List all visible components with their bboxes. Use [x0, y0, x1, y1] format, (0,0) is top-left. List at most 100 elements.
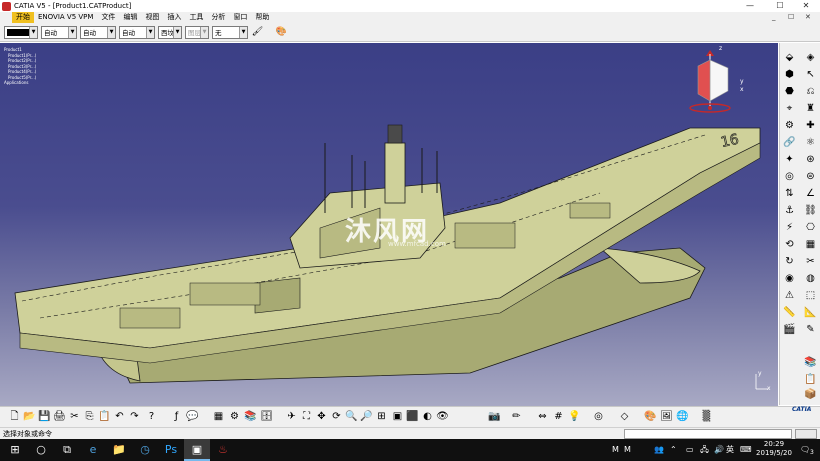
close-button[interactable]: ✕ — [792, 0, 820, 12]
doc-minimize-button[interactable]: _ — [772, 12, 776, 23]
grid-icon[interactable]: # — [552, 410, 565, 423]
print-icon[interactable]: 🖨 — [53, 410, 66, 423]
doc-restore-button[interactable]: ☐ — [788, 12, 794, 23]
annotation-icon[interactable]: ✎ — [804, 323, 817, 336]
new-product-icon[interactable]: ◈ — [804, 51, 817, 64]
offset-constraint-icon[interactable]: ⇅ — [783, 187, 796, 200]
open-file-icon[interactable]: 📂 — [23, 410, 36, 423]
3d-viewport[interactable]: Product1 Product1(Pr...) Product2(Pr...)… — [0, 43, 778, 406]
knowledge-icon[interactable]: ⚙ — [228, 410, 241, 423]
select-arrow-icon[interactable]: ↖ — [804, 68, 817, 81]
ground-icon[interactable]: ▒ — [700, 410, 713, 423]
copy-icon[interactable]: ⎘ — [83, 410, 96, 423]
environment-icon[interactable]: 🌐 — [676, 410, 689, 423]
people-icon[interactable]: 👥 — [654, 439, 664, 461]
notification-icon[interactable]: 🗨 — [800, 439, 810, 461]
menu-start[interactable]: 开始 — [12, 12, 34, 23]
menu-analysis[interactable]: 分析 — [207, 12, 229, 23]
split-icon[interactable]: ✂ — [804, 255, 817, 268]
measure-item-icon[interactable]: 📐 — [804, 306, 817, 319]
library-icon[interactable]: 🗄 — [260, 410, 273, 423]
task-view-icon[interactable]: ⧉ — [54, 439, 80, 461]
doc-close-button[interactable]: ✕ — [805, 12, 811, 23]
tray-letter[interactable]: M — [612, 439, 619, 461]
layer-combo[interactable]: 图层 ▼ — [185, 25, 209, 39]
menu-enovia[interactable]: ENOVIA V5 VPM — [34, 12, 97, 23]
maximize-button[interactable]: ☐ — [766, 0, 794, 12]
line-type-combo[interactable]: 自动 ▼ — [119, 25, 155, 39]
stop-command-button[interactable] — [795, 429, 817, 439]
align-icon[interactable]: ⇔ — [536, 410, 549, 423]
file-explorer-icon[interactable]: 📁 — [106, 439, 132, 461]
power-input-field[interactable] — [624, 429, 792, 439]
graph-tree-reorder-icon[interactable]: ⌖ — [783, 102, 796, 115]
bill-of-material-icon[interactable]: 📋 — [804, 373, 817, 386]
minimize-button[interactable]: — — [736, 0, 764, 12]
sectioning-icon[interactable]: ⬚ — [804, 289, 817, 302]
tray-letter[interactable]: M — [624, 439, 631, 461]
light-icon[interactable]: 💡 — [568, 410, 581, 423]
angle-constraint-icon[interactable]: ∠ — [804, 187, 817, 200]
generate-numbering-icon[interactable]: ♜ — [804, 102, 817, 115]
format-painter-icon[interactable]: 🖌 — [251, 26, 264, 39]
fit-all-icon[interactable]: ⛶ — [300, 410, 313, 423]
camera-icon[interactable]: 📷 — [488, 410, 501, 423]
java-app-icon[interactable]: ♨ — [210, 439, 236, 461]
search-circle-icon[interactable]: ○ — [28, 439, 54, 461]
update-icon[interactable]: ↻ — [783, 255, 796, 268]
explode-icon[interactable]: ✦ — [783, 153, 796, 166]
menu-view[interactable]: 视图 — [141, 12, 163, 23]
fix-together-icon[interactable]: ⛓ — [804, 204, 817, 217]
render-icon[interactable]: 🎨 — [644, 410, 657, 423]
cut-icon[interactable]: ✂ — [68, 410, 81, 423]
change-constraint-icon[interactable]: ⟲ — [783, 238, 796, 251]
edge-browser-icon[interactable]: e — [80, 439, 106, 461]
ime-language[interactable]: 英 — [726, 439, 734, 461]
comment-icon[interactable]: 💬 — [186, 410, 199, 423]
graphic-properties-icon[interactable]: 🎨 — [275, 26, 288, 39]
input-mode-icon[interactable]: ⌨ — [740, 439, 752, 461]
menu-file[interactable]: 文件 — [97, 12, 119, 23]
new-file-icon[interactable]: 🗋 — [8, 410, 21, 423]
shading-icon[interactable]: ◐ — [421, 410, 434, 423]
pocket-icon[interactable]: ◍ — [804, 272, 817, 285]
pan-icon[interactable]: ✥ — [315, 410, 328, 423]
table-icon[interactable]: ▦ — [212, 410, 225, 423]
undo-icon[interactable]: ↶ — [113, 410, 126, 423]
save-icon[interactable]: 💾 — [38, 410, 51, 423]
menu-window[interactable]: 窗口 — [229, 12, 251, 23]
clock-app-icon[interactable]: ◷ — [132, 439, 158, 461]
contact-constraint-icon[interactable]: ⊜ — [804, 170, 817, 183]
publication-icon[interactable]: 📦 — [804, 388, 817, 401]
redo-icon[interactable]: ↷ — [128, 410, 141, 423]
hide-show-icon[interactable]: 👁 — [436, 410, 449, 423]
clash-analysis-icon[interactable]: ⚠ — [783, 289, 796, 302]
catia-menu-icon[interactable] — [2, 14, 10, 22]
catia-taskbar-icon[interactable]: ▣ — [184, 439, 210, 461]
menu-help[interactable]: 帮助 — [251, 12, 273, 23]
menu-insert[interactable]: 插入 — [163, 12, 185, 23]
catalog-icon[interactable]: 📚 — [244, 410, 257, 423]
apply-material-icon[interactable]: ◇ — [618, 410, 631, 423]
material-icon[interactable]: ◎ — [592, 410, 605, 423]
whats-this-icon[interactable]: ? — [145, 410, 158, 423]
smart-move-icon[interactable]: ⚛ — [804, 136, 817, 149]
snap-icon[interactable]: 🔗 — [783, 136, 796, 149]
coincidence-constraint-icon[interactable]: ◎ — [783, 170, 796, 183]
volume-icon[interactable]: 🔊 — [714, 439, 724, 461]
menu-tools[interactable]: 工具 — [185, 12, 207, 23]
quick-constraint-icon[interactable]: ⚡ — [783, 221, 796, 234]
paste-icon[interactable]: 📋 — [98, 410, 111, 423]
fly-mode-icon[interactable]: ✈ — [285, 410, 298, 423]
measure-between-icon[interactable]: 📏 — [783, 306, 796, 319]
texture-icon[interactable]: 🖼 — [660, 410, 673, 423]
render-style-combo[interactable]: 无 ▼ — [212, 25, 248, 39]
start-windows-icon[interactable]: ⊞ — [2, 439, 28, 461]
network-icon[interactable]: 🖧 — [700, 439, 709, 461]
point-type-combo[interactable]: 西坟 ▼ — [158, 25, 182, 39]
photoshop-icon[interactable]: Ps — [158, 439, 184, 461]
rotate-icon[interactable]: ⟳ — [330, 410, 343, 423]
color-combo[interactable]: ▼ — [4, 25, 38, 39]
line-thickness-combo[interactable]: 自动 ▼ — [80, 25, 116, 39]
stop-manipulate-icon[interactable]: ⊛ — [804, 153, 817, 166]
